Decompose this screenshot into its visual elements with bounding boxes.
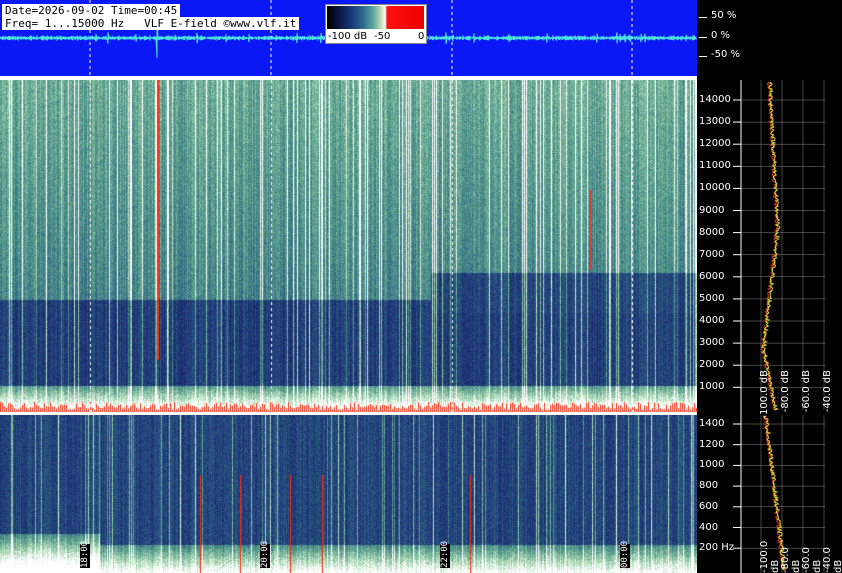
db-label: -60.0 dB — [801, 547, 823, 573]
color-scale-bar: -100 dB -50 0 — [325, 4, 427, 44]
freq-label: 13000 — [699, 116, 731, 128]
freq-label: 12000 — [699, 138, 731, 150]
main-spectrogram — [0, 80, 697, 412]
db-label: -100.0 dB — [759, 540, 781, 573]
amp-tick — [699, 17, 707, 18]
time-label-22: 22:00 — [440, 540, 450, 568]
low-freq-spectrogram — [0, 415, 697, 573]
freq-label: 1000 — [699, 381, 725, 393]
freq-label: 5000 — [699, 292, 725, 304]
freq-range-readout: Freq= 1...15000 Hz VLF E-field ©www.vlf.… — [2, 17, 300, 30]
low-freq-label: 1200 — [699, 438, 725, 450]
db-label: -60.0 dB — [801, 370, 812, 413]
frequency-axis-panel: 14000 13000 12000 11000 10000 9000 8000 7000 600… — [697, 80, 842, 573]
time-label-20: 20:00 — [260, 540, 270, 568]
freq-label: 8000 — [699, 226, 725, 238]
db-label: -80.0 dB — [780, 547, 802, 573]
freq-label: 14000 — [699, 94, 731, 105]
low-freq-label: 400 — [699, 521, 719, 533]
freq-label: 6000 — [699, 270, 725, 282]
freq-label: 10000 — [699, 182, 731, 194]
colorbar-label-mid: -50 — [374, 31, 391, 42]
time-label-18: 18:00 — [80, 540, 90, 568]
freq-label: 11000 — [699, 160, 731, 172]
low-freq-label: 1000 — [699, 459, 725, 471]
colorbar-label-max: 0 — [418, 31, 425, 42]
low-freq-label: 1400 — [699, 418, 725, 429]
amp-tick — [699, 56, 707, 57]
low-freq-label: 800 — [699, 480, 719, 492]
freq-label: 2000 — [699, 359, 725, 371]
amp-label-neg50: -50 % — [711, 49, 741, 60]
freq-label: 7000 — [699, 248, 725, 260]
amp-label-0: 0 % — [711, 30, 731, 41]
colorbar-label-min: -100 dB — [328, 31, 368, 42]
waveform-amplitude-scale: 50 % 0 % -50 % — [697, 0, 842, 76]
db-label: -80.0 dB — [780, 370, 791, 413]
amp-tick — [699, 37, 707, 38]
color-scale-gradient — [327, 6, 424, 29]
spectrum-profile — [733, 80, 825, 573]
db-label: -40.0 dB — [822, 370, 833, 413]
time-label-00: 00:00 — [620, 540, 630, 568]
freq-label: 4000 — [699, 315, 725, 326]
low-freq-label: 200 Hz — [699, 542, 735, 554]
freq-label: 9000 — [699, 204, 725, 216]
low-freq-label: 600 — [699, 500, 719, 512]
db-label: -40.0 dB — [822, 547, 842, 573]
freq-label: 3000 — [699, 337, 725, 349]
db-label: -100.0 dB — [759, 370, 770, 419]
date-time-readout: Date=2026-09-02 Time=00:45 — [2, 4, 181, 17]
amp-label-50: 50 % — [711, 10, 737, 21]
